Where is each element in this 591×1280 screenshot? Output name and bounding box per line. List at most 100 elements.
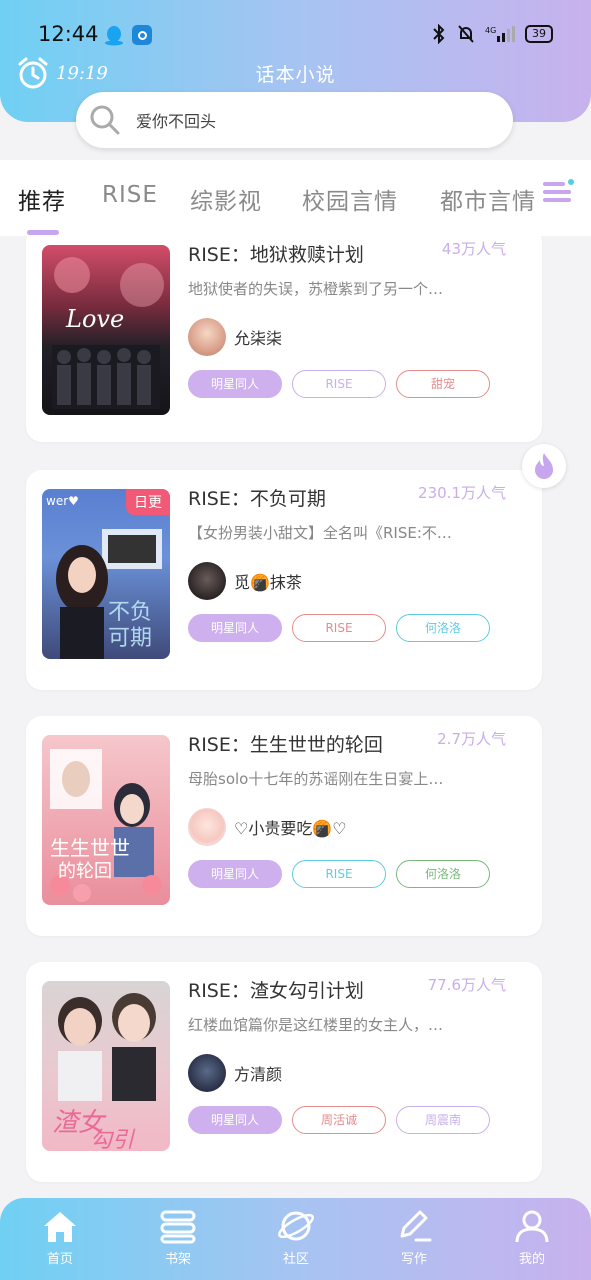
popularity-count: 77.6万人气 (427, 976, 506, 994)
svg-text:Love: Love (65, 305, 124, 333)
tag[interactable]: 明星同人 (188, 614, 282, 642)
svg-text:生生世世: 生生世世 (50, 836, 130, 860)
tag-list: 明星同人 RISE 甜宠 (188, 370, 490, 398)
tag[interactable]: 甜宠 (396, 370, 490, 398)
tag-list: 明星同人 周活诚 周震南 (188, 1106, 490, 1134)
book-title: RISE：地狱救赎计划 (188, 244, 364, 266)
author-name: 觅🍘抹茶 (234, 573, 302, 592)
signal-icon: 4G (485, 26, 515, 42)
notification-app-icon (132, 25, 152, 45)
tag[interactable]: RISE (292, 370, 386, 398)
book-card[interactable]: 不负 可期 wer♥ 日更 RISE：不负可期 230.1万人气 【女扮男装小甜… (26, 470, 542, 690)
book-cover[interactable]: 不负 可期 wer♥ 日更 (42, 489, 170, 659)
book-description: 地狱使者的失误，苏橙紫到了另一个… (188, 280, 444, 298)
book-card[interactable]: 渣女 勾引 RISE：渣女勾引计划 77.6万人气 红楼血馆篇你是这红楼里的女主… (26, 962, 542, 1182)
tag[interactable]: RISE (292, 614, 386, 642)
tag[interactable]: RISE (292, 860, 386, 888)
nav-label: 首页 (46, 1252, 73, 1267)
tag[interactable]: 何洛洛 (396, 614, 490, 642)
book-cover[interactable]: 生生世世 的轮回 (42, 735, 170, 905)
author-info[interactable]: 允柒柒 (188, 318, 282, 356)
author-name: ♡小贵要吃🍘♡ (234, 819, 347, 838)
svg-text:不负: 不负 (108, 600, 152, 625)
tab-rise[interactable]: RISE (102, 182, 158, 208)
qq-icon (105, 26, 123, 46)
status-time: 12:44 (38, 22, 99, 46)
category-tabs: 推荐 RISE 综影视 校园言情 都市言情 (0, 160, 591, 236)
nav-label: 我的 (518, 1252, 545, 1267)
search-input[interactable]: 爱你不回头 (136, 108, 216, 132)
tag-list: 明星同人 RISE 何洛洛 (188, 860, 490, 888)
tag[interactable]: 明星同人 (188, 860, 282, 888)
popularity-count: 2.7万人气 (437, 730, 506, 748)
author-info[interactable]: 觅🍘抹茶 (188, 562, 302, 600)
book-title: RISE：不负可期 (188, 488, 326, 510)
svg-text:可期: 可期 (108, 626, 152, 651)
book-cover[interactable]: 渣女 勾引 (42, 981, 170, 1151)
hot-ranking-button[interactable] (522, 444, 566, 488)
popularity-count: 230.1万人气 (418, 484, 506, 502)
author-info[interactable]: 方清颜 (188, 1054, 282, 1092)
avatar (188, 1054, 226, 1092)
nav-bookshelf[interactable]: 书架 (138, 1208, 218, 1267)
book-cover[interactable]: Love (42, 245, 170, 415)
nav-community[interactable]: 社区 (256, 1208, 336, 1267)
tab-recommend[interactable]: 推荐 (18, 182, 66, 216)
author-info[interactable]: ♡小贵要吃🍘♡ (188, 808, 347, 846)
book-title: RISE：生生世世的轮回 (188, 734, 383, 756)
tab-campus-romance[interactable]: 校园言情 (302, 182, 398, 216)
book-description: 【女扮男装小甜文】全名叫《RISE:不… (188, 524, 452, 542)
home-icon (44, 1212, 76, 1242)
tab-urban-romance[interactable]: 都市言情 (440, 182, 536, 216)
nav-label: 书架 (164, 1252, 191, 1267)
fire-icon (535, 453, 553, 479)
tag[interactable]: 明星同人 (188, 370, 282, 398)
search-bar[interactable]: 爱你不回头 (76, 92, 513, 148)
category-menu-icon[interactable] (543, 178, 575, 206)
update-badge: 日更 (126, 489, 170, 515)
tag[interactable]: 明星同人 (188, 1106, 282, 1134)
tag[interactable]: 周震南 (396, 1106, 490, 1134)
mute-bell-icon (458, 25, 474, 43)
system-icons: 4G 39 (431, 24, 553, 44)
search-icon (90, 105, 120, 135)
cover-art: 渣女 勾引 (52, 993, 156, 1151)
battery-indicator: 39 (525, 25, 553, 43)
author-name: 方清颜 (234, 1065, 283, 1084)
nav-home[interactable]: 首页 (20, 1208, 100, 1267)
book-card[interactable]: Love RISE：地狱救赎计划 43万人气 地狱使者的失误，苏橙紫到了另一个…… (26, 236, 542, 442)
tag-list: 明星同人 RISE 何洛洛 (188, 614, 490, 642)
nav-label: 社区 (282, 1252, 309, 1267)
nav-write[interactable]: 写作 (374, 1208, 454, 1267)
popularity-count: 43万人气 (441, 240, 506, 258)
tab-film-tv[interactable]: 综影视 (190, 182, 262, 216)
tag[interactable]: 何洛洛 (396, 860, 490, 888)
svg-text:的轮回: 的轮回 (58, 861, 112, 882)
book-description: 红楼血馆篇你是这红楼里的女主人，… (188, 1016, 444, 1034)
status-bar: 12:44 4G 39 (0, 18, 591, 54)
bluetooth-icon (433, 24, 445, 44)
svg-text:勾引: 勾引 (90, 1128, 136, 1151)
bookshelf-icon (160, 1210, 196, 1244)
active-tab-indicator (27, 230, 59, 235)
avatar (188, 318, 226, 356)
book-description: 母胎solo十七年的苏谣刚在生日宴上… (188, 770, 444, 788)
avatar (188, 562, 226, 600)
user-icon (515, 1210, 549, 1243)
book-title: RISE：渣女勾引计划 (188, 980, 364, 1002)
bottom-nav: 首页 书架 社区 写作 我的 (0, 1198, 591, 1280)
planet-icon (278, 1211, 314, 1241)
svg-text:4G: 4G (485, 26, 496, 35)
nav-label: 写作 (400, 1252, 427, 1267)
pen-icon (400, 1210, 432, 1242)
book-list: Love RISE：地狱救赎计划 43万人气 地狱使者的失误，苏橙紫到了另一个…… (0, 236, 591, 1196)
nav-profile[interactable]: 我的 (492, 1208, 572, 1267)
tag[interactable]: 周活诚 (292, 1106, 386, 1134)
author-name: 允柒柒 (234, 329, 283, 348)
book-card[interactable]: 生生世世 的轮回 RISE：生生世世的轮回 2.7万人气 母胎solo十七年的苏… (26, 716, 542, 936)
cover-art: 生生世世 的轮回 (50, 749, 162, 902)
cover-art: Love (52, 257, 164, 409)
svg-text:wer♥: wer♥ (46, 494, 79, 508)
app-title: 话本小说 (255, 64, 336, 86)
avatar (188, 808, 226, 846)
